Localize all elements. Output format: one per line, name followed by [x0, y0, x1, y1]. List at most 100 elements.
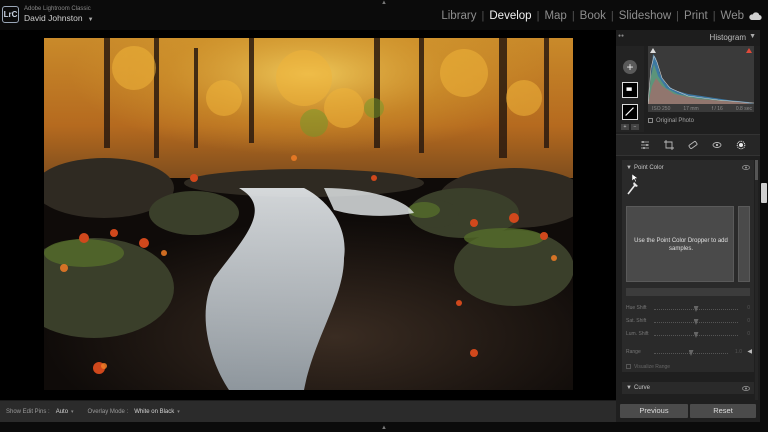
range-label: Range: [626, 349, 641, 355]
eye-icon[interactable]: ●●: [618, 33, 624, 39]
reset-button[interactable]: Reset: [690, 404, 756, 418]
identity-plate[interactable]: David Johnston ▼: [24, 13, 94, 23]
remove-mini-button[interactable]: −: [631, 124, 639, 130]
right-panel: ●● Histogram ▼ + + − ISO 250 17 mm f / 1…: [616, 30, 760, 422]
right-panel-collapse-handle[interactable]: [761, 183, 767, 203]
top-module-bar: ▲ LrC Adobe Lightroom Classic David John…: [0, 0, 768, 30]
eye-icon[interactable]: [742, 386, 750, 391]
module-separator: |: [610, 10, 614, 22]
sat-shift-slider-row: Sat. Shift 0: [622, 317, 754, 327]
exif-info: ISO 250 17 mm f / 16 0.8 sec: [652, 106, 752, 112]
chevron-down-icon[interactable]: ▼: [626, 385, 632, 391]
color-ramp-bar[interactable]: [626, 288, 750, 296]
sliders-icon[interactable]: [640, 140, 650, 150]
edit-tool-strip: [616, 134, 760, 156]
histogram-chart[interactable]: [648, 46, 754, 112]
triangle-collapse-icon[interactable]: ◀: [747, 348, 752, 355]
thumbnail-mask[interactable]: [622, 82, 638, 98]
sample-swatch-column[interactable]: [738, 206, 750, 282]
crop-icon[interactable]: [664, 140, 674, 150]
edit-pins-dropdown[interactable]: Auto: [56, 409, 68, 415]
mask-icon: [626, 87, 632, 91]
bottom-panel-collapse-icon[interactable]: ▲: [380, 425, 388, 431]
module-separator: |: [536, 10, 540, 22]
right-edge-strip: [760, 30, 768, 422]
user-name: David Johnston: [24, 13, 83, 23]
checkbox[interactable]: [648, 118, 653, 123]
chevron-down-icon[interactable]: ▾: [71, 409, 74, 415]
module-book[interactable]: Book: [580, 10, 606, 22]
curve-title: Curve: [634, 385, 651, 391]
overlay-mode-dropdown[interactable]: White on Black: [134, 409, 174, 415]
lrc-logo: LrC: [2, 6, 19, 23]
module-map[interactable]: Map: [544, 10, 566, 22]
range-value[interactable]: 1.0: [735, 349, 742, 355]
mini-buttons: + −: [621, 124, 639, 130]
point-color-panel: ▼ Point Color Use the Point Color Droppe…: [622, 160, 754, 372]
thumbnail-brush[interactable]: [622, 104, 638, 120]
module-picker: Library | Develop | Map | Book | Slidesh…: [441, 7, 768, 25]
panel-scrollbar-thumb[interactable]: [755, 160, 758, 180]
module-print[interactable]: Print: [684, 10, 708, 22]
chevron-down-icon[interactable]: ▼: [749, 33, 756, 40]
color-sample-area[interactable]: Use the Point Color Dropper to add sampl…: [626, 206, 734, 282]
point-color-header[interactable]: ▼ Point Color: [622, 164, 754, 174]
sample-instructions: Use the Point Color Dropper to add sampl…: [634, 238, 728, 252]
exif-shutter: 0.8 sec: [735, 106, 752, 112]
chevron-down-icon[interactable]: ▾: [177, 409, 180, 415]
module-slideshow[interactable]: Slideshow: [619, 10, 671, 22]
chevron-down-icon[interactable]: ▼: [88, 17, 94, 23]
exif-aperture: f / 16: [711, 106, 723, 112]
checkbox[interactable]: [626, 364, 631, 369]
module-web[interactable]: Web: [721, 10, 744, 22]
plus-icon[interactable]: +: [623, 60, 637, 74]
visualize-range-toggle[interactable]: Visualize Range: [626, 364, 670, 370]
panel-scrollbar[interactable]: [755, 160, 758, 400]
overlay-mode-label: Overlay Mode :: [87, 408, 129, 415]
lum-shift-value[interactable]: 0: [747, 331, 750, 337]
cursor-icon: [632, 174, 638, 182]
add-mini-button[interactable]: +: [621, 124, 629, 130]
point-color-title: Point Color: [634, 165, 664, 171]
app-name: Adobe Lightroom Classic: [24, 6, 91, 12]
exif-iso: ISO 250: [652, 106, 671, 112]
hue-shift-value[interactable]: 0: [747, 305, 750, 311]
snapshot-tool-strip: + + −: [616, 46, 644, 132]
eye-icon[interactable]: [742, 165, 750, 170]
hue-shift-label: Hue Shift: [626, 305, 647, 311]
histogram-title: Histogram: [709, 33, 746, 42]
cloud-icon[interactable]: [748, 11, 762, 21]
highlight-clipping-icon[interactable]: [746, 48, 752, 53]
edit-pins-label: Show Edit Pins :: [6, 408, 50, 415]
histogram-graph: [648, 54, 754, 105]
red-eye-icon[interactable]: [712, 140, 722, 150]
bottom-strip: ▲: [0, 422, 768, 432]
chevron-down-icon[interactable]: ▼: [626, 165, 632, 171]
image-canvas[interactable]: [0, 30, 616, 399]
module-separator: |: [712, 10, 716, 22]
top-panel-collapse-icon[interactable]: ▲: [380, 0, 388, 6]
module-separator: |: [571, 10, 575, 22]
photo-preview[interactable]: [44, 38, 573, 390]
sat-shift-value[interactable]: 0: [747, 318, 750, 324]
bottom-toolbar: Show Edit Pins : Auto ▾ Overlay Mode : W…: [0, 400, 616, 422]
module-library[interactable]: Library: [441, 10, 476, 22]
dropper-icon[interactable]: [626, 180, 640, 196]
shadow-clipping-icon[interactable]: [650, 48, 656, 53]
module-develop[interactable]: Develop: [489, 10, 531, 22]
exif-focal: 17 mm: [683, 106, 699, 112]
visualize-range-label: Visualize Range: [634, 364, 671, 370]
curve-panel-header[interactable]: ▼ Curve: [622, 382, 754, 394]
hue-shift-slider-row: Hue Shift 0: [622, 304, 754, 314]
lum-shift-label: Lum. Shift: [626, 331, 649, 337]
histogram-header[interactable]: ●● Histogram ▼: [616, 30, 760, 46]
healing-icon[interactable]: [688, 140, 698, 150]
masking-icon[interactable]: [736, 140, 746, 150]
original-photo-toggle[interactable]: Original Photo: [648, 118, 694, 124]
previous-button[interactable]: Previous: [620, 404, 688, 418]
forest-stream-photo: [44, 38, 573, 390]
sat-shift-label: Sat. Shift: [626, 318, 647, 324]
range-slider-row: Range 1.0 ◀: [622, 348, 754, 358]
module-separator: |: [481, 10, 485, 22]
module-separator: |: [676, 10, 680, 22]
